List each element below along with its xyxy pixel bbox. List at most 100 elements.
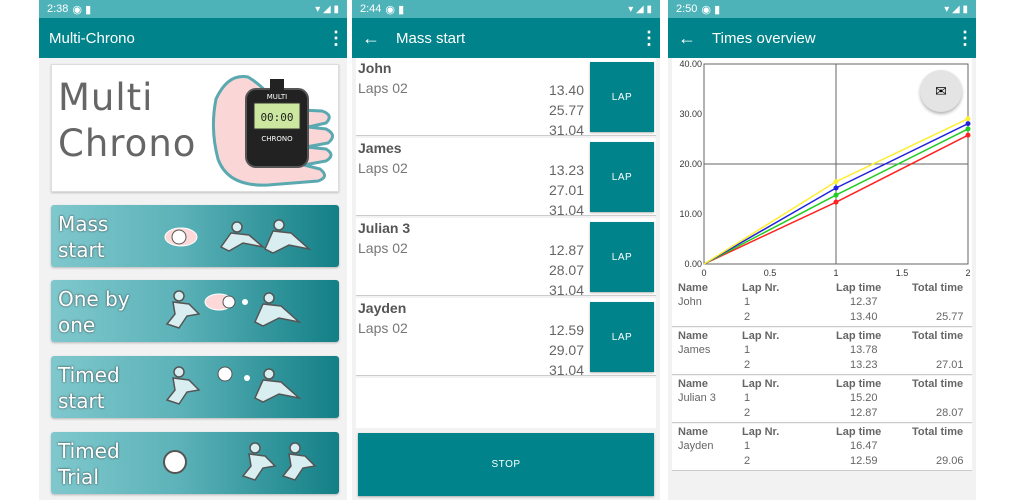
more-options-icon[interactable]: ⋮ (956, 28, 974, 49)
mail-icon: ✉ (935, 82, 947, 99)
lap-time: 31.04 (548, 282, 584, 298)
more-options-icon[interactable]: ⋮ (640, 28, 658, 49)
stopwatch-runner-icon (164, 219, 312, 254)
logo-text: Multi Chrono (58, 75, 196, 167)
lap-number: 1 (744, 344, 751, 356)
app-logo: Multi Chrono 00:00 MULTI CHRONO (51, 64, 339, 192)
more-options-icon[interactable]: ⋮ (327, 28, 345, 49)
header-total-time: Total time (912, 426, 964, 438)
app-bar: Multi-Chrono ⋮ (39, 18, 347, 58)
runner-laps: Laps 02 (358, 240, 408, 256)
header-lap: Lap Nr. (742, 426, 780, 438)
one-by-one-button[interactable]: One by one (51, 280, 339, 342)
status-time: 2:50 (676, 3, 698, 15)
stop-button[interactable]: STOP (358, 433, 654, 496)
runner-summary-table: Name Lap Nr. Lap time Total time James 1 13.78… (672, 328, 972, 375)
runner-times: 13.23 27.01 31.04 (549, 160, 584, 220)
lap-time: 29.07 (548, 342, 584, 358)
runner-name: Jayden (358, 300, 407, 316)
app-notification-icon: ◉ ▮ (385, 3, 405, 16)
runner-name: Jayden (678, 440, 714, 452)
lap-time: 15.20 (850, 392, 878, 404)
lap-button[interactable]: LAP (590, 142, 654, 212)
lap-time: 31.04 (548, 362, 584, 378)
runner-name: John (678, 296, 702, 308)
lap-number: 1 (744, 440, 751, 452)
lap-time: 31.04 (548, 202, 584, 218)
x-tick-label: 1 (833, 268, 838, 278)
lap-time: 12.59 (548, 322, 584, 338)
watch-sub: CHRONO (261, 135, 293, 143)
data-point (965, 126, 971, 132)
runner-row: John Laps 02 13.40 25.77 31.04 LAP (356, 58, 656, 138)
back-arrow-icon[interactable]: ← (362, 28, 380, 49)
runner-times: 12.59 29.07 31.04 (549, 320, 584, 380)
y-tick-label: 40.00 (679, 59, 702, 69)
email-fab[interactable]: ✉ (920, 70, 962, 112)
status-time: 2:44 (360, 3, 382, 15)
lap-time: 16.47 (850, 440, 878, 452)
page-title: Multi-Chrono (49, 29, 135, 47)
timed-trial-button[interactable]: Timed Trial (51, 432, 339, 494)
runner-stopwatch-icon (165, 290, 302, 329)
stopwatch-hand-icon: 00:00 MULTI CHRONO (211, 74, 334, 187)
lap-time: 13.23 (548, 162, 584, 178)
y-tick-label: 30.00 (679, 109, 702, 119)
button-label: Timed Trial (58, 439, 120, 489)
header-lap-time: Lap time (836, 282, 882, 294)
page-title: Times overview (712, 29, 816, 47)
status-bar: 2:44 ◉ ▮ ▾ ◢ ▮ (352, 0, 660, 18)
runner-laps: Laps 02 (358, 80, 408, 96)
runner-summary-table: Name Lap Nr. Lap time Total time Jayden 1 16.4… (672, 424, 972, 471)
watch-digits: 00:00 (260, 111, 293, 124)
status-bar: 2:50 ◉ ▮ ▾ ◢ ▮ (668, 0, 976, 18)
runner-times: 13.40 25.77 31.04 (549, 80, 584, 140)
runner-row: Julian 3 Laps 02 12.87 28.07 31.04 LAP (356, 218, 656, 298)
lap-button[interactable]: LAP (590, 302, 654, 372)
lap-button[interactable]: LAP (590, 222, 654, 292)
runner-summary-table: Name Lap Nr. Lap time Total time Julian 3 1 15… (672, 376, 972, 423)
header-lap-time: Lap time (836, 426, 882, 438)
lap-time: 13.23 (850, 359, 878, 371)
header-name: Name (678, 426, 708, 438)
header-lap: Lap Nr. (742, 330, 780, 342)
lap-button[interactable]: LAP (590, 62, 654, 132)
header-lap-time: Lap time (836, 378, 882, 390)
runner-row: James Laps 02 13.23 27.01 31.04 LAP (356, 138, 656, 218)
total-time: 25.77 (936, 311, 964, 323)
runner-name: James (678, 344, 711, 356)
lap-time: 12.37 (850, 296, 878, 308)
lap-time: 12.87 (850, 407, 878, 419)
timed-start-button[interactable]: Timed start (51, 356, 339, 418)
stopwatch-runners-icon (163, 442, 317, 481)
total-time: 28.07 (936, 407, 964, 419)
data-point (833, 199, 839, 205)
main-menu-screen: 2:38 ◉ ▮ ▾ ◢ ▮ Multi-Chrono ⋮ Multi Chro… (39, 0, 347, 500)
x-tick-label: 2 (965, 268, 970, 278)
header-name: Name (678, 282, 708, 294)
header-total-time: Total time (912, 378, 964, 390)
x-tick-label: 0.5 (764, 268, 777, 278)
lap-number: 1 (744, 392, 751, 404)
y-tick-label: 20.00 (679, 159, 702, 169)
runner-stopwatch-icon (165, 366, 302, 405)
back-arrow-icon[interactable]: ← (678, 28, 696, 49)
lap-time: 13.40 (548, 82, 584, 98)
runner-name: John (358, 60, 392, 76)
header-name: Name (678, 378, 708, 390)
data-point (965, 121, 971, 127)
y-tick-label: 0.00 (684, 259, 702, 269)
header-lap: Lap Nr. (742, 282, 780, 294)
empty-area (356, 378, 656, 428)
total-time: 27.01 (936, 359, 964, 371)
lap-time: 13.78 (850, 344, 878, 356)
lap-number: 2 (744, 311, 751, 323)
status-icons: ▾ ◢ ▮ (315, 3, 339, 15)
app-bar: ← Mass start ⋮ (352, 18, 660, 58)
lap-time: 12.87 (548, 242, 584, 258)
lap-number: 2 (744, 455, 751, 467)
mass-start-button[interactable]: Mass start (51, 205, 339, 267)
runner-name: Julian 3 (678, 392, 716, 404)
data-point (833, 192, 839, 198)
lap-time: 13.40 (850, 311, 878, 323)
